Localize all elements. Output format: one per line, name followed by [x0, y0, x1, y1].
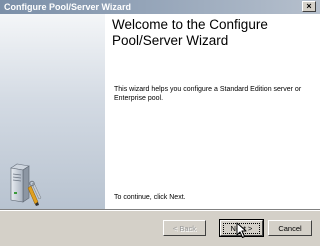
back-button[interactable]: < Back [163, 220, 206, 236]
window-title: Configure Pool/Server Wizard [4, 2, 131, 12]
close-icon: × [306, 1, 312, 11]
button-separator [0, 209, 320, 211]
wizard-window: Configure Pool/Server Wizard × Welcome t… [0, 0, 320, 246]
wizard-side-panel [0, 14, 105, 209]
page-title: Welcome to the Configure Pool/Server Wiz… [112, 17, 268, 48]
intro-text: This wizard helps you configure a Standa… [114, 86, 302, 102]
close-button[interactable]: × [302, 1, 316, 12]
cancel-button[interactable]: Cancel [268, 220, 312, 236]
continue-instruction: To continue, click Next. [114, 194, 186, 201]
title-bar[interactable]: Configure Pool/Server Wizard × [0, 0, 320, 14]
wizard-content: Welcome to the Configure Pool/Server Wiz… [105, 14, 320, 209]
mouse-pointer-icon [236, 222, 247, 238]
server-with-tools-icon [10, 163, 42, 206]
